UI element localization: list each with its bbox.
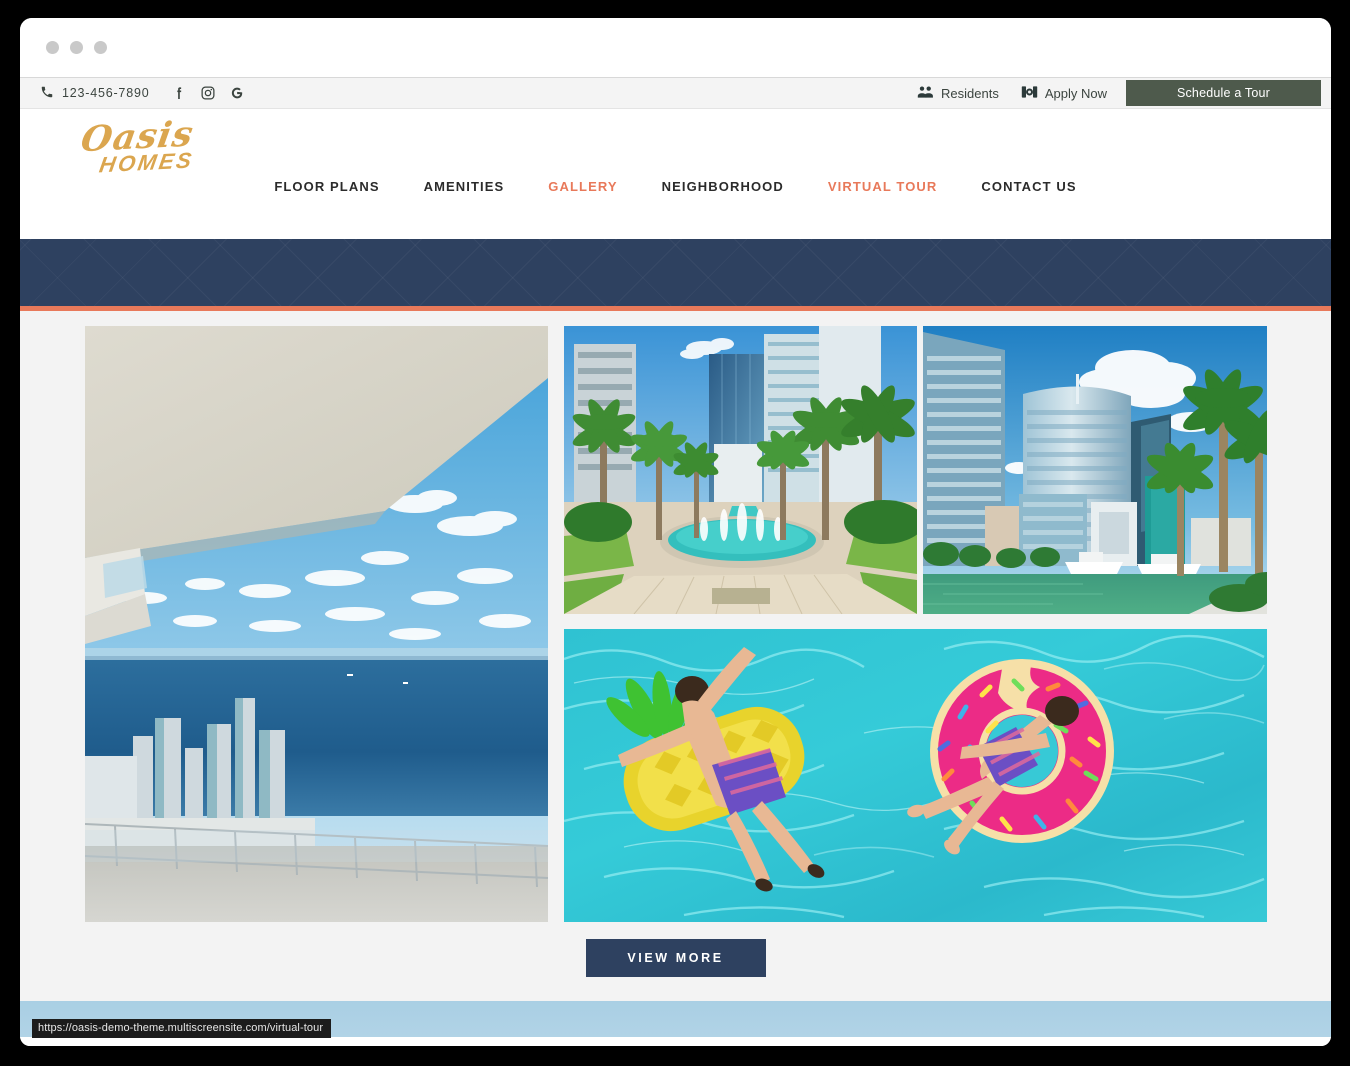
window-close-button[interactable] xyxy=(46,41,59,54)
residents-label: Residents xyxy=(941,85,999,101)
nav-item-neighborhood[interactable]: NEIGHBORHOOD xyxy=(640,179,806,194)
phone-icon xyxy=(40,85,54,102)
apply-now-label: Apply Now xyxy=(1044,85,1107,101)
nav-item-contact-us[interactable]: CONTACT US xyxy=(959,179,1098,194)
site-logo[interactable]: Oasis HOMES xyxy=(78,114,213,187)
apply-now-link[interactable]: Apply Now xyxy=(1010,78,1118,108)
page-viewport: 123-456-7890 Residents Apply Now Schedul… xyxy=(20,78,1331,1046)
instagram-icon[interactable] xyxy=(200,85,216,101)
residents-link[interactable]: Residents xyxy=(906,78,1010,108)
browser-titlebar xyxy=(20,18,1331,78)
social-links xyxy=(171,85,245,101)
status-bar-url: https://oasis-demo-theme.multiscreensite… xyxy=(32,1019,332,1038)
google-icon[interactable] xyxy=(229,85,245,101)
nav-item-floor-plans[interactable]: FLOOR PLANS xyxy=(252,179,401,194)
view-more-button[interactable]: VIEW MORE xyxy=(585,939,766,977)
gallery-image-miami-waterfront-skyline[interactable] xyxy=(922,326,1267,614)
window-minimize-button[interactable] xyxy=(70,41,83,54)
gallery-section: VIEW MORE xyxy=(20,311,1331,1001)
gallery-image-palm-fountain-plaza[interactable] xyxy=(563,326,917,614)
site-header: Oasis HOMES FLOOR PLANS AMENITIES GALLER… xyxy=(20,109,1331,239)
phone-link[interactable]: 123-456-7890 xyxy=(40,85,149,102)
gallery-image-balcony-ocean-view[interactable] xyxy=(84,326,548,922)
gallery-image-pool-floats[interactable] xyxy=(563,629,1267,922)
schedule-a-tour-button[interactable]: Schedule a Tour xyxy=(1126,80,1321,106)
phone-number: 123-456-7890 xyxy=(62,86,150,100)
nav-item-virtual-tour[interactable]: VIRTUAL TOUR xyxy=(806,179,960,194)
utility-actions: Residents Apply Now Schedule a Tour xyxy=(906,78,1331,108)
users-icon xyxy=(917,85,934,102)
window-maximize-button[interactable] xyxy=(94,41,107,54)
hero-pattern-band xyxy=(20,239,1331,311)
utility-bar: 123-456-7890 Residents Apply Now Schedul… xyxy=(20,78,1331,109)
nav-item-gallery[interactable]: GALLERY xyxy=(526,179,639,194)
browser-window: 123-456-7890 Residents Apply Now Schedul… xyxy=(20,18,1331,1046)
main-navigation: FLOOR PLANS AMENITIES GALLERY NEIGHBORHO… xyxy=(20,179,1331,194)
view-more-container: VIEW MORE xyxy=(20,939,1331,977)
application-icon xyxy=(1021,85,1038,102)
facebook-icon[interactable] xyxy=(171,85,187,101)
nav-item-amenities[interactable]: AMENITIES xyxy=(402,179,527,194)
